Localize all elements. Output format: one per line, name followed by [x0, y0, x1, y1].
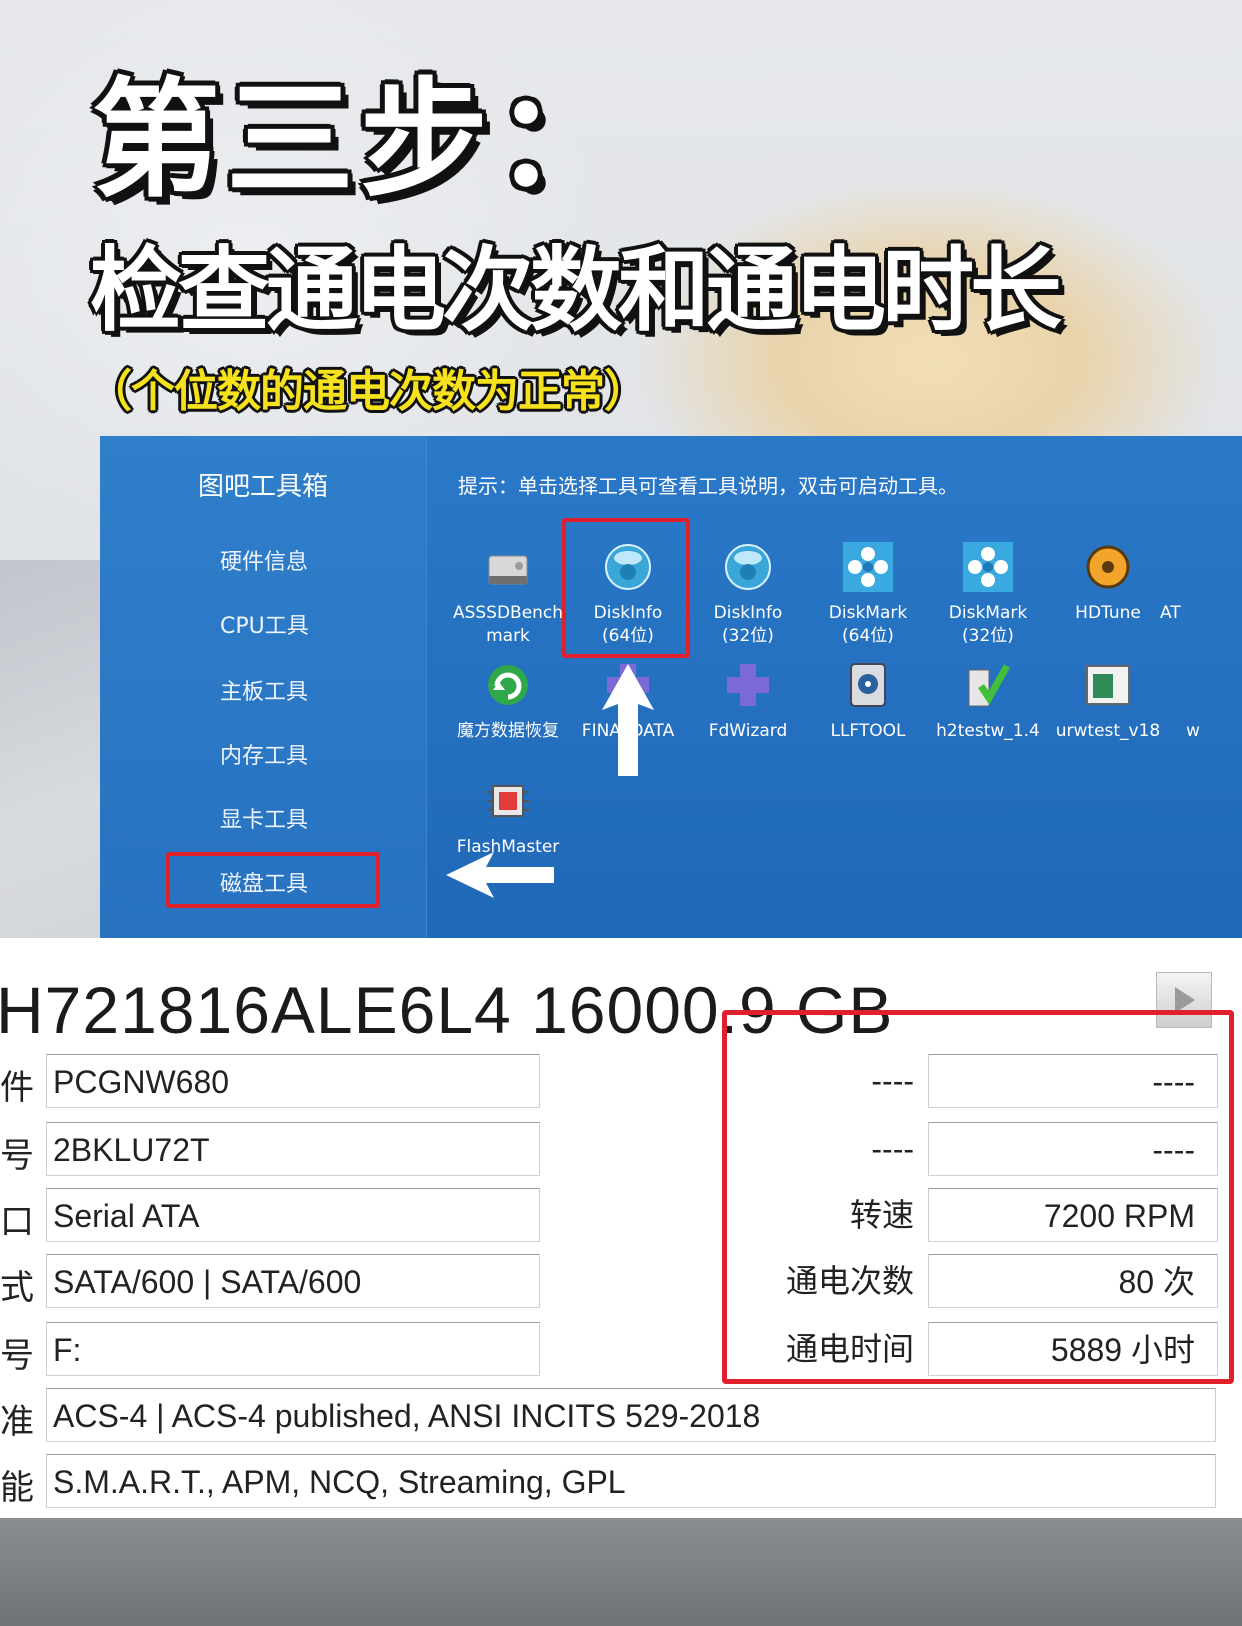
tool-h2testw[interactable]: h2testw_1.4	[928, 656, 1048, 743]
tool-diskmark-32[interactable]: DiskMark (32位)	[928, 538, 1048, 648]
tool-diskinfo-32[interactable]: DiskInfo (32位)	[688, 538, 808, 648]
recovery-icon	[488, 665, 528, 705]
tool-llftool[interactable]: LLFTOOL	[808, 656, 928, 743]
tool-label: DiskMark	[948, 603, 1028, 623]
sidebar-item-motherboard-tools[interactable]: 主板工具	[220, 674, 308, 706]
tool-sublabel: (32位)	[722, 626, 774, 646]
diskinfo-panel: H721816ALE6L4 16000.9 GB 件 PCGNW680 号 2B…	[0, 938, 1242, 1518]
interface-value: Serial ATA	[46, 1188, 540, 1242]
crystal-ball-icon	[725, 544, 771, 590]
tool-label: FdWizard	[708, 721, 788, 741]
disk-tool-icon	[850, 663, 886, 707]
sidebar-item-memory-tools[interactable]: 内存工具	[220, 738, 308, 770]
tool-sublabel: (64位)	[842, 626, 894, 646]
hard-disk-icon	[1086, 545, 1130, 589]
toolbox-hint: 提示：单击选择工具可查看工具说明，双击可启动工具。	[458, 474, 958, 498]
tool-flashmaster[interactable]: FlashMaster	[448, 772, 568, 859]
bottom-blur-strip	[0, 1518, 1242, 1626]
tool-at-partial[interactable]: AT	[1160, 538, 1220, 625]
checkmark-icon	[968, 664, 1011, 707]
tool-fdwizard[interactable]: FdWizard	[688, 656, 808, 743]
tool-label: HDTune	[1075, 603, 1141, 623]
standard-label: 准	[0, 1403, 34, 1441]
tool-label: AT	[1160, 603, 1181, 623]
tool-hdtune[interactable]: HDTune	[1048, 538, 1168, 625]
up-arrow-icon	[602, 664, 654, 776]
tool-label: LLFTOOL	[830, 721, 906, 741]
ssd-drive-icon	[488, 555, 528, 585]
sidebar-item-hardware-info[interactable]: 硬件信息	[220, 544, 308, 576]
toolbox-sidebar: 图吧工具箱 硬件信息 CPU工具 主板工具 内存工具 显卡工具 磁盘工具	[100, 436, 427, 938]
subtitle-heading: 检查通电次数和通电时长	[90, 237, 1062, 344]
puzzle-icon	[727, 664, 769, 706]
disk-tools-highlight-box	[166, 852, 380, 908]
toolbox-title: 图吧工具箱	[198, 472, 329, 502]
step-heading: 第三步：	[92, 66, 629, 215]
toolbox-window: 图吧工具箱 硬件信息 CPU工具 主板工具 内存工具 显卡工具 磁盘工具 提示：…	[100, 436, 1242, 938]
firmware-value: PCGNW680	[46, 1054, 540, 1108]
tool-label: 魔方数据恢复	[457, 721, 559, 741]
serial-value: 2BKLU72T	[46, 1122, 540, 1176]
background-sketch	[0, 560, 110, 980]
flower-icon	[843, 542, 893, 592]
serial-label: 号	[0, 1137, 34, 1175]
tool-label: urwtest_v18	[1055, 721, 1161, 741]
features-label: 能	[0, 1469, 34, 1507]
firmware-label: 件	[0, 1069, 34, 1107]
tool-label: ASSSDBench	[452, 603, 564, 623]
sidebar-item-cpu-tools[interactable]: CPU工具	[220, 608, 309, 640]
tool-diskmark-64[interactable]: DiskMark (64位)	[808, 538, 928, 648]
power-stats-highlight-box	[722, 1010, 1234, 1384]
tool-urwtest[interactable]: urwtest_v18	[1048, 656, 1168, 743]
tool-assssdbenchmark[interactable]: ASSSDBench mark	[448, 538, 568, 648]
sidebar-item-gpu-tools[interactable]: 显卡工具	[220, 802, 308, 834]
left-arrow-icon	[446, 852, 554, 898]
standard-value: ACS-4 | ACS-4 published, ANSI INCITS 529…	[46, 1388, 1216, 1442]
diskinfo-highlight-box	[562, 518, 690, 658]
tool-label: h2testw_1.4	[936, 721, 1040, 741]
window-test-icon	[1086, 665, 1130, 705]
tool-sublabel: (32位)	[962, 626, 1014, 646]
tool-label: DiskMark	[828, 603, 908, 623]
features-value: S.M.A.R.T., APM, NCQ, Streaming, GPL	[46, 1454, 1216, 1508]
transfer-mode-label: 式	[0, 1269, 34, 1307]
tool-w-partial[interactable]: w	[1186, 656, 1226, 743]
note-text: （个位数的通电次数为正常）	[88, 366, 648, 417]
tool-sublabel: mark	[486, 626, 530, 646]
drive-letter-value: F:	[46, 1322, 540, 1376]
interface-label: 口	[0, 1203, 34, 1241]
tool-label: DiskInfo	[713, 603, 783, 623]
flower-icon	[963, 542, 1013, 592]
transfer-mode-value: SATA/600 | SATA/600	[46, 1254, 540, 1308]
tool-mofang-recovery[interactable]: 魔方数据恢复	[448, 656, 568, 743]
tool-label: w	[1186, 721, 1200, 741]
chip-icon	[487, 785, 529, 817]
drive-letter-label: 号	[0, 1337, 34, 1375]
